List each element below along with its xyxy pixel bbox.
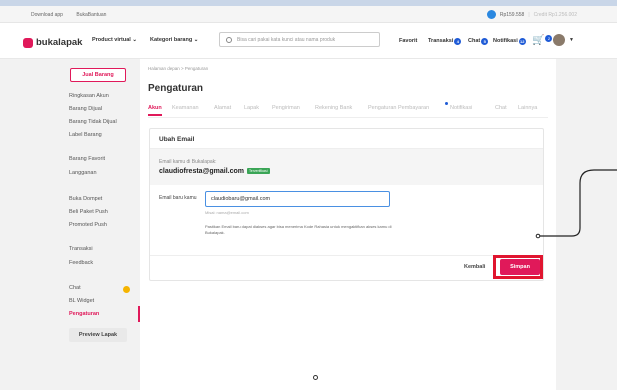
- tab-alamat[interactable]: Alamat: [214, 105, 231, 111]
- search-placeholder: Bisa cari pakai kata kunci atau nama pro…: [237, 37, 336, 43]
- sidebar-item-paket-push[interactable]: Beli Paket Push: [69, 209, 108, 215]
- tab-lapak[interactable]: Lapak: [244, 105, 259, 111]
- logo-text: bukalapak: [36, 37, 83, 48]
- sidebar-item-label[interactable]: Label Barang: [69, 132, 102, 138]
- search-input[interactable]: Bisa cari pakai kata kunci atau nama pro…: [219, 32, 380, 47]
- chevron-down-icon: ⌄: [193, 37, 199, 43]
- new-email-label: Email baru kamu: [159, 195, 197, 201]
- sidebar-item-widget[interactable]: BL Widget: [69, 298, 94, 304]
- logo-icon: [23, 37, 33, 48]
- transaksi-badge: 4: [454, 38, 462, 45]
- credit-text[interactable]: Credit Rp1.256.002: [534, 12, 577, 18]
- sidebar-item-feedback[interactable]: Feedback: [69, 260, 93, 266]
- email-hint: Misal: nama@email.com: [205, 210, 249, 215]
- verified-badge: Terverifikasi: [247, 168, 270, 175]
- current-email-value: claudiofresta@gmail.com Terverifikasi: [159, 168, 270, 175]
- product-virtual-menu[interactable]: Product virtual ⌄: [92, 37, 137, 43]
- tab-pengiriman[interactable]: Pengiriman: [272, 105, 300, 111]
- tab-rekening[interactable]: Rekening Bank: [315, 105, 352, 111]
- tab-akun[interactable]: Akun: [148, 105, 162, 111]
- sidebar-item-langganan[interactable]: Langganan: [69, 170, 97, 176]
- preview-lapak-button[interactable]: Preview Lapak: [69, 328, 127, 342]
- chat-notification-dot: [123, 286, 130, 293]
- email-note: Pastikan Email baru dapat diakses agar b…: [205, 224, 392, 235]
- chevron-down-icon[interactable]: ▼: [569, 37, 574, 43]
- sidebar-item-dijual[interactable]: Barang Dijual: [69, 106, 102, 112]
- kembali-button[interactable]: Kembali: [464, 264, 485, 270]
- chat-badge: 5: [481, 38, 489, 45]
- divider: [150, 255, 543, 256]
- sidebar-item-promoted-push[interactable]: Promoted Push: [69, 222, 107, 228]
- jual-barang-button[interactable]: Jual Barang: [70, 68, 126, 82]
- chevron-down-icon: ⌄: [132, 37, 137, 43]
- favorit-link[interactable]: Favorit: [399, 38, 417, 44]
- top-utility-bar: Download app BukaBantuan Rp159.558 | Cre…: [0, 6, 617, 23]
- kategori-menu[interactable]: Kategori barang ⌄: [150, 37, 198, 43]
- cart-icon[interactable]: 🛒 2: [532, 35, 553, 46]
- notifikasi-link[interactable]: Notifikasi 12: [493, 38, 526, 45]
- bukalapak-logo[interactable]: bukalapak: [23, 37, 82, 48]
- mouse-cursor: [313, 375, 318, 380]
- sidebar-item-transaksi[interactable]: Transaksi: [69, 246, 93, 252]
- avatar[interactable]: [553, 34, 565, 46]
- chat-link[interactable]: Chat 5: [468, 38, 489, 45]
- tab-keamanan[interactable]: Keamanan: [172, 105, 199, 111]
- current-email-label: Email kamu di Bukalapak:: [159, 159, 217, 165]
- breadcrumb[interactable]: Halaman depan > Pengaturan: [148, 66, 208, 71]
- current-email-section: Email kamu di Bukalapak: claudiofresta@g…: [150, 149, 543, 185]
- notifikasi-badge: 12: [518, 38, 526, 45]
- sidebar-item-tidak-dijual[interactable]: Barang Tidak Dijual: [69, 119, 117, 125]
- page-title: Pengaturan: [148, 83, 204, 94]
- card-title: Ubah Email: [150, 129, 543, 149]
- help-link[interactable]: BukaBantuan: [76, 12, 106, 18]
- wallet-icon: [486, 10, 496, 19]
- sidebar-item-dompet[interactable]: Buka Dompet: [69, 196, 102, 202]
- tab-active-indicator: [148, 114, 162, 116]
- sidebar: Jual Barang Ringkasan Akun Barang Dijual…: [56, 59, 140, 390]
- sidebar-item-pengaturan[interactable]: Pengaturan: [69, 311, 99, 317]
- ubah-email-card: Ubah Email Email kamu di Bukalapak: clau…: [149, 128, 544, 281]
- cart-badge: 2: [545, 35, 553, 42]
- sidebar-item-favorit[interactable]: Barang Favorit: [69, 156, 105, 162]
- main-header: bukalapak Product virtual ⌄ Kategori bar…: [0, 23, 617, 59]
- highlight-box: [493, 255, 543, 279]
- sidebar-item-chat[interactable]: Chat: [69, 285, 81, 291]
- tab-notification-dot: [445, 102, 448, 105]
- search-icon: [226, 37, 232, 43]
- transaksi-link[interactable]: Transaksi 4: [428, 38, 462, 45]
- tab-chat[interactable]: Chat: [495, 105, 507, 111]
- balance-text[interactable]: Rp159.558: [500, 12, 524, 18]
- separator: |: [528, 11, 530, 18]
- new-email-field[interactable]: claudiobaru@gmail.com: [205, 191, 390, 207]
- download-app-link[interactable]: Download app: [31, 12, 63, 18]
- tab-pembayaran[interactable]: Pengaturan Pembayaran: [368, 105, 429, 111]
- settings-tabs: Akun Keamanan Alamat Lapak Pengiriman Re…: [148, 102, 548, 118]
- sidebar-item-ringkasan[interactable]: Ringkasan Akun: [69, 93, 109, 99]
- tab-notifikasi[interactable]: Notifikasi: [450, 105, 472, 111]
- tab-lainnya[interactable]: Lainnya: [518, 105, 537, 111]
